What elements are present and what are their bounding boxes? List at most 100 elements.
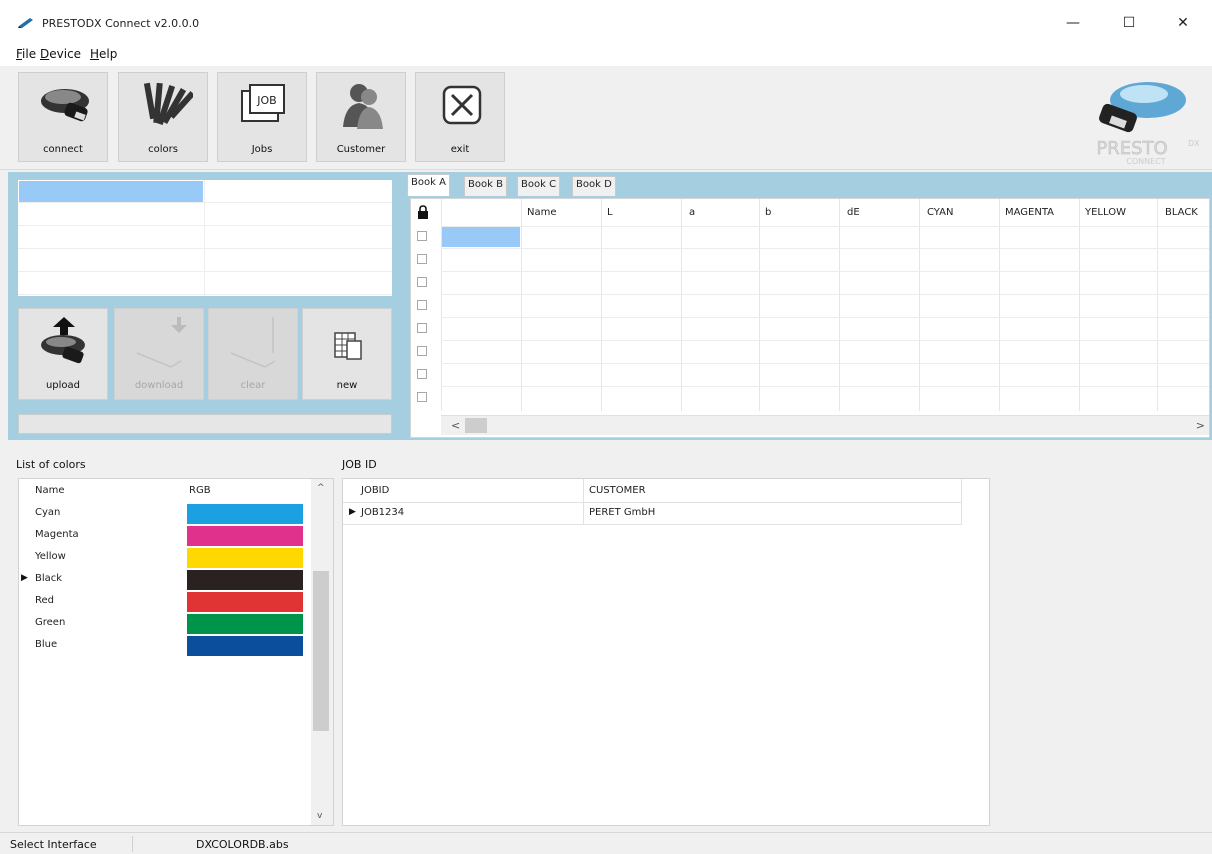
upload-device-icon xyxy=(41,317,85,364)
status-database: DXCOLORDB.abs xyxy=(196,838,289,851)
color-name: Green xyxy=(35,617,66,628)
grid-header-de[interactable]: dE xyxy=(847,207,860,218)
jobs-table[interactable]: JOBID CUSTOMER ▶ JOB1234 PERET GmbH xyxy=(342,478,990,826)
customer-button[interactable]: Customer xyxy=(316,72,406,162)
grid-header-black[interactable]: BLACK xyxy=(1165,207,1198,218)
color-name: Blue xyxy=(35,639,58,650)
download-label: download xyxy=(134,380,184,391)
color-row-red[interactable]: Red xyxy=(19,591,303,613)
column-divider xyxy=(583,479,584,525)
row-checkbox[interactable] xyxy=(417,369,427,379)
tab-book-c[interactable]: Book C xyxy=(517,176,561,196)
color-name: Red xyxy=(35,595,54,606)
exit-label: exit xyxy=(450,144,470,155)
grid-header-name[interactable]: Name xyxy=(527,207,557,218)
color-row-yellow[interactable]: Yellow xyxy=(19,547,303,569)
list-item[interactable] xyxy=(18,272,392,295)
grid-header-b[interactable]: b xyxy=(765,207,771,218)
upload-button[interactable]: upload xyxy=(18,308,108,400)
color-row-cyan[interactable]: Cyan xyxy=(19,503,303,525)
jobs-button[interactable]: JOB Jobs xyxy=(217,72,307,162)
row-divider xyxy=(441,317,1209,318)
tab-book-b[interactable]: Book B xyxy=(464,176,507,196)
color-row-black[interactable]: ▶ Black xyxy=(19,569,303,591)
colors-label: colors xyxy=(148,144,178,155)
column-divider xyxy=(919,199,920,411)
grid-header-magenta[interactable]: MAGENTA xyxy=(1005,207,1054,218)
maximize-button[interactable]: ☐ xyxy=(1106,8,1152,38)
menu-help[interactable]: Help xyxy=(90,47,117,61)
color-row-blue[interactable]: Blue xyxy=(19,635,303,657)
color-swatch xyxy=(187,592,303,612)
scroll-down-icon[interactable]: v xyxy=(317,811,322,821)
row-divider xyxy=(441,271,1209,272)
color-row-green[interactable]: Green xyxy=(19,613,303,635)
upload-label: upload xyxy=(45,380,81,391)
row-pointer-icon: ▶ xyxy=(21,573,28,583)
colors-list[interactable]: Name RGB Cyan Magenta Yellow ▶ Black Red… xyxy=(18,478,334,826)
column-divider xyxy=(681,199,682,411)
tab-book-d[interactable]: Book D xyxy=(572,176,616,196)
row-checkbox[interactable] xyxy=(417,277,427,287)
status-bar xyxy=(0,832,1212,854)
vertical-scrollbar[interactable]: ^ v xyxy=(311,479,333,825)
menu-file[interactable]: File xyxy=(16,47,36,61)
connect-button[interactable]: connect xyxy=(18,72,108,162)
jobs-header-jobid[interactable]: JOBID xyxy=(361,485,389,496)
close-button[interactable]: ✕ xyxy=(1160,8,1206,38)
list-item[interactable] xyxy=(18,249,392,272)
row-divider xyxy=(343,524,961,525)
download-button[interactable]: download xyxy=(114,308,204,400)
scroll-thumb[interactable] xyxy=(313,571,329,731)
row-divider xyxy=(441,363,1209,364)
jobs-header-customer[interactable]: CUSTOMER xyxy=(589,485,646,496)
column-divider xyxy=(759,199,760,411)
scroll-up-icon[interactable]: ^ xyxy=(317,483,325,493)
row-checkbox[interactable] xyxy=(417,231,427,241)
menu-bar xyxy=(0,42,1212,66)
list-item[interactable] xyxy=(18,180,392,203)
grid-header-cyan[interactable]: CYAN xyxy=(927,207,953,218)
book-list[interactable] xyxy=(18,180,392,296)
color-name: Black xyxy=(35,573,63,584)
window-title: PRESTODX Connect v2.0.0.0 xyxy=(42,17,200,30)
row-pointer-icon: ▶ xyxy=(349,507,356,517)
clear-button[interactable]: clear xyxy=(208,308,298,400)
row-checkbox[interactable] xyxy=(417,323,427,333)
column-divider xyxy=(999,199,1000,411)
lock-column xyxy=(411,199,439,411)
colors-button[interactable]: colors xyxy=(118,72,208,162)
column-divider xyxy=(601,199,602,411)
customer-cell[interactable]: PERET GmbH xyxy=(589,507,655,518)
customer-label: Customer xyxy=(336,144,386,155)
scroll-thumb[interactable] xyxy=(465,418,487,433)
color-name: Cyan xyxy=(35,507,61,518)
grid-header-yellow[interactable]: YELLOW xyxy=(1085,207,1126,218)
row-checkbox[interactable] xyxy=(417,254,427,264)
menu-device[interactable]: Device xyxy=(40,47,81,61)
list-item[interactable] xyxy=(18,203,392,226)
scroll-left-icon[interactable]: < xyxy=(451,419,460,432)
job-icon-text: JOB xyxy=(256,94,276,107)
row-checkbox[interactable] xyxy=(417,392,427,402)
grid-selected-cell[interactable] xyxy=(442,227,520,247)
minimize-button[interactable]: — xyxy=(1050,8,1096,38)
color-name: Magenta xyxy=(35,529,79,540)
row-divider xyxy=(441,226,1209,227)
exit-button[interactable]: exit xyxy=(415,72,505,162)
horizontal-scrollbar[interactable]: < > xyxy=(441,415,1209,435)
row-checkbox[interactable] xyxy=(417,300,427,310)
row-checkbox[interactable] xyxy=(417,346,427,356)
scroll-right-icon[interactable]: > xyxy=(1196,419,1205,432)
color-row-magenta[interactable]: Magenta xyxy=(19,525,303,547)
device-icon xyxy=(41,89,89,122)
job-id-cell[interactable]: JOB1234 xyxy=(361,507,404,518)
grid-header-l[interactable]: L xyxy=(607,207,613,218)
app-pen-icon xyxy=(18,18,33,28)
new-button[interactable]: new xyxy=(302,308,392,400)
list-item[interactable] xyxy=(18,226,392,249)
grid-header-a[interactable]: a xyxy=(689,207,695,218)
tab-book-a[interactable]: Book A xyxy=(407,174,450,196)
color-grid[interactable]: Name L a b dE CYAN MAGENTA YELLOW BLACK … xyxy=(410,198,1210,438)
color-fan-icon xyxy=(143,82,193,125)
